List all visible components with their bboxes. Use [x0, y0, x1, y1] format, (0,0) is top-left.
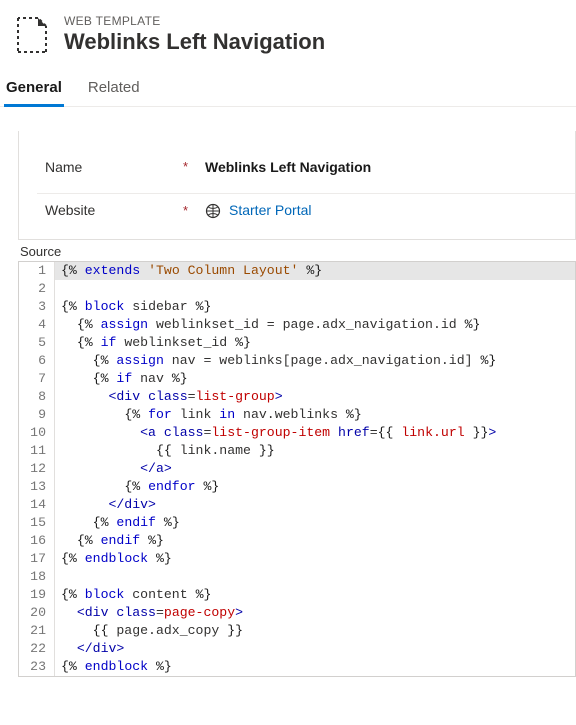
code-line[interactable]: 18	[19, 568, 575, 586]
code-content[interactable]: {% if weblinkset_id %}	[55, 334, 575, 352]
line-number: 14	[19, 496, 55, 514]
source-section: Source 1{% extends 'Two Column Layout' %…	[0, 240, 576, 677]
field-website-row: Website * Starter Portal	[37, 194, 575, 229]
code-content[interactable]: {% endfor %}	[55, 478, 575, 496]
code-content[interactable]: {% extends 'Two Column Layout' %}	[55, 262, 575, 280]
field-website-value[interactable]: Starter Portal	[205, 202, 575, 219]
code-line[interactable]: 16 {% endif %}	[19, 532, 575, 550]
code-line[interactable]: 11 {{ link.name }}	[19, 442, 575, 460]
line-number: 8	[19, 388, 55, 406]
code-content[interactable]: </div>	[55, 496, 575, 514]
tab-general[interactable]: General	[4, 79, 64, 107]
code-line[interactable]: 20 <div class=page-copy>	[19, 604, 575, 622]
line-number: 5	[19, 334, 55, 352]
code-content[interactable]: {{ link.name }}	[55, 442, 575, 460]
line-number: 6	[19, 352, 55, 370]
code-line[interactable]: 7 {% if nav %}	[19, 370, 575, 388]
code-content[interactable]: {% endif %}	[55, 514, 575, 532]
code-content[interactable]: {% endif %}	[55, 532, 575, 550]
line-number: 11	[19, 442, 55, 460]
code-line[interactable]: 22 </div>	[19, 640, 575, 658]
code-line[interactable]: 15 {% endif %}	[19, 514, 575, 532]
line-number: 18	[19, 568, 55, 586]
code-line[interactable]: 23{% endblock %}	[19, 658, 575, 676]
form-panel: Name * Weblinks Left Navigation Website …	[18, 131, 576, 240]
code-line[interactable]: 8 <div class=list-group>	[19, 388, 575, 406]
code-content[interactable]: </div>	[55, 640, 575, 658]
code-line[interactable]: 21 {{ page.adx_copy }}	[19, 622, 575, 640]
website-link-text: Starter Portal	[229, 202, 311, 218]
tab-related[interactable]: Related	[86, 79, 142, 107]
line-number: 7	[19, 370, 55, 388]
code-content[interactable]: {% endblock %}	[55, 658, 575, 676]
field-name-row: Name * Weblinks Left Navigation	[37, 151, 575, 194]
line-number: 13	[19, 478, 55, 496]
globe-icon	[205, 202, 221, 219]
code-line[interactable]: 3{% block sidebar %}	[19, 298, 575, 316]
line-number: 3	[19, 298, 55, 316]
code-content[interactable]	[55, 280, 575, 298]
code-line[interactable]: 19{% block content %}	[19, 586, 575, 604]
code-content[interactable]: <a class=list-group-item href={{ link.ur…	[55, 424, 575, 442]
code-line[interactable]: 2	[19, 280, 575, 298]
required-mark: *	[183, 159, 195, 174]
page-header: WEB TEMPLATE Weblinks Left Navigation	[0, 0, 576, 67]
code-line[interactable]: 13 {% endfor %}	[19, 478, 575, 496]
line-number: 12	[19, 460, 55, 478]
field-website-label: Website	[45, 202, 173, 218]
code-line[interactable]: 14 </div>	[19, 496, 575, 514]
code-content[interactable]	[55, 568, 575, 586]
code-line[interactable]: 12 </a>	[19, 460, 575, 478]
code-content[interactable]: <div class=list-group>	[55, 388, 575, 406]
code-content[interactable]: {% endblock %}	[55, 550, 575, 568]
code-content[interactable]: {% if nav %}	[55, 370, 575, 388]
line-number: 4	[19, 316, 55, 334]
line-number: 1	[19, 262, 55, 280]
code-content[interactable]: {% for link in nav.weblinks %}	[55, 406, 575, 424]
field-name-value[interactable]: Weblinks Left Navigation	[205, 159, 575, 175]
line-number: 2	[19, 280, 55, 298]
source-label: Source	[18, 240, 576, 261]
line-number: 21	[19, 622, 55, 640]
required-mark: *	[183, 203, 195, 218]
code-line[interactable]: 5 {% if weblinkset_id %}	[19, 334, 575, 352]
code-line[interactable]: 17{% endblock %}	[19, 550, 575, 568]
code-content[interactable]: </a>	[55, 460, 575, 478]
line-number: 19	[19, 586, 55, 604]
line-number: 10	[19, 424, 55, 442]
template-icon	[14, 14, 50, 56]
code-line[interactable]: 9 {% for link in nav.weblinks %}	[19, 406, 575, 424]
code-content[interactable]: {% block content %}	[55, 586, 575, 604]
field-name-label: Name	[45, 159, 173, 175]
code-line[interactable]: 4 {% assign weblinkset_id = page.adx_nav…	[19, 316, 575, 334]
code-content[interactable]: {% assign nav = weblinks[page.adx_naviga…	[55, 352, 575, 370]
code-content[interactable]: {% block sidebar %}	[55, 298, 575, 316]
code-content[interactable]: {% assign weblinkset_id = page.adx_navig…	[55, 316, 575, 334]
line-number: 23	[19, 658, 55, 676]
line-number: 17	[19, 550, 55, 568]
code-line[interactable]: 1{% extends 'Two Column Layout' %}	[19, 262, 575, 280]
code-line[interactable]: 6 {% assign nav = weblinks[page.adx_navi…	[19, 352, 575, 370]
code-content[interactable]: {{ page.adx_copy }}	[55, 622, 575, 640]
line-number: 15	[19, 514, 55, 532]
code-content[interactable]: <div class=page-copy>	[55, 604, 575, 622]
line-number: 22	[19, 640, 55, 658]
line-number: 9	[19, 406, 55, 424]
line-number: 16	[19, 532, 55, 550]
line-number: 20	[19, 604, 55, 622]
code-editor[interactable]: 1{% extends 'Two Column Layout' %}2 3{% …	[18, 261, 576, 677]
code-line[interactable]: 10 <a class=list-group-item href={{ link…	[19, 424, 575, 442]
tab-bar: General Related	[0, 67, 576, 107]
breadcrumb: WEB TEMPLATE	[64, 14, 325, 28]
page-title: Weblinks Left Navigation	[64, 28, 325, 57]
